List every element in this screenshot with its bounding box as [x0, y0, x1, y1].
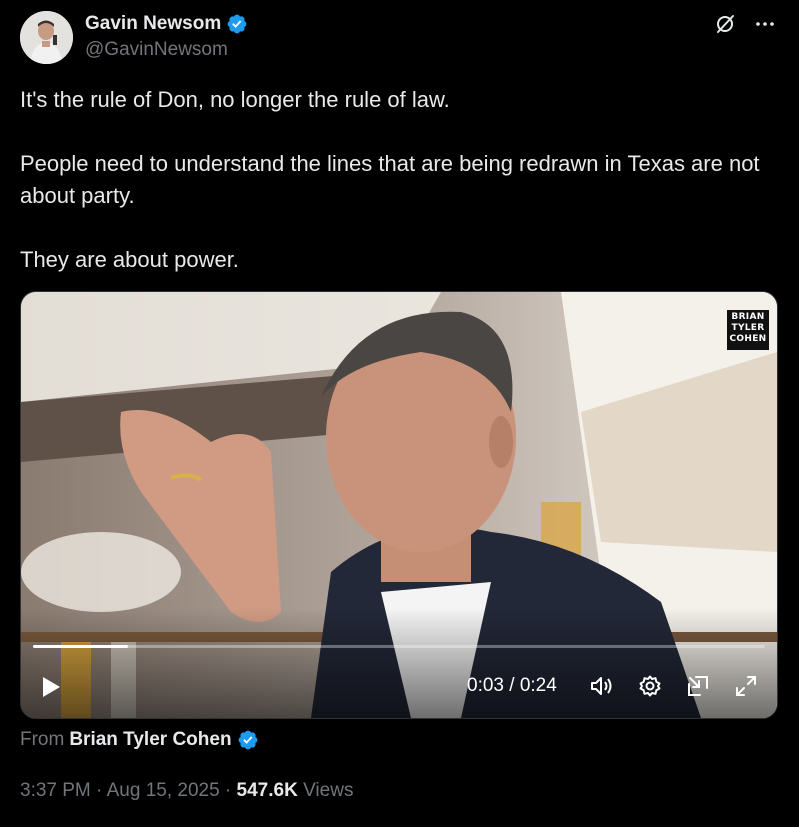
verified-badge-icon [226, 13, 248, 35]
play-icon[interactable] [39, 674, 63, 705]
views-label: Views [297, 780, 354, 801]
watermark-line: TYLER [731, 323, 765, 333]
pop-out-icon[interactable] [686, 674, 710, 703]
author-handle[interactable]: @GavinNewsom [85, 39, 228, 61]
tweet-actions [713, 12, 775, 41]
meta-separator: · [219, 780, 237, 801]
author-name-text[interactable]: Gavin Newsom [85, 13, 221, 35]
video-attribution: From Brian Tyler Cohen [20, 729, 259, 751]
watermark-line: COHEN [729, 334, 767, 344]
attribution-source-link[interactable]: Brian Tyler Cohen [69, 729, 231, 751]
volume-icon[interactable] [589, 674, 615, 703]
views-count: 547.6K [236, 780, 298, 801]
channel-watermark: BRIAN TYLER COHEN [727, 310, 769, 350]
more-options-icon[interactable] [755, 14, 775, 39]
tweet-meta: 3:37 PM · Aug 15, 2025 · 547.6K Views [20, 780, 353, 802]
video-progress-bar[interactable] [33, 645, 765, 648]
meta-separator: · [90, 780, 107, 801]
author-avatar[interactable] [20, 11, 73, 64]
tweet-text: It's the rule of Don, no longer the rule… [20, 84, 780, 276]
video-time: 0:03 / 0:24 [467, 675, 557, 696]
watermark-line: BRIAN [731, 312, 765, 322]
tweet-paragraph: People need to understand the lines that… [20, 151, 760, 208]
grok-icon[interactable] [713, 12, 737, 41]
fullscreen-icon[interactable] [734, 674, 758, 703]
tweet-date[interactable]: Aug 15, 2025 [107, 780, 220, 801]
verified-badge-icon [237, 729, 259, 751]
video-progress-fill [33, 645, 129, 648]
tweet-paragraph: It's the rule of Don, no longer the rule… [20, 87, 450, 112]
tweet-time[interactable]: 3:37 PM [20, 780, 91, 801]
tweet-paragraph: They are about power. [20, 247, 239, 272]
attribution-prefix: From [20, 729, 65, 750]
controls-overlay [21, 608, 777, 718]
video-player[interactable]: BRIAN TYLER COHEN 0:03 / 0:24 [20, 291, 778, 719]
settings-icon[interactable] [638, 674, 662, 703]
author-name[interactable]: Gavin Newsom [85, 13, 248, 35]
